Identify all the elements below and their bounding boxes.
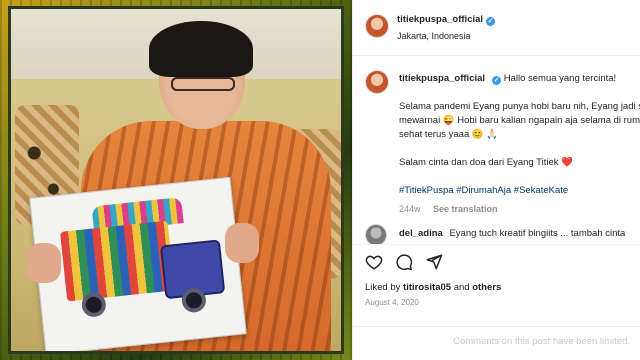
hand-right [225, 223, 259, 263]
heart-outline-icon [365, 255, 383, 270]
comment-text: del_adina Eyang tuch kreatif bingiits ..… [399, 228, 625, 239]
post-side-panel: titiekpuspa_official ✓ Jakarta, Indonesia… [352, 0, 640, 360]
caption-line-4: sehat terus yaaa 😊 🙏🏻 [399, 129, 499, 140]
comment-body: Eyang tuch kreatif bingiits ... tambah c… [449, 228, 626, 239]
avatar[interactable] [365, 14, 389, 38]
comments-limited-notice: Comments on this post have been limited. [353, 326, 640, 360]
verified-badge-icon: ✓ [492, 76, 502, 85]
hand-left [27, 243, 61, 283]
hashtag-link[interactable]: #TitiekPuspa [399, 185, 454, 196]
comment-avatar[interactable] [365, 224, 387, 244]
hashtags: #TitiekPuspa #DirumahAja #SekateKate [399, 184, 640, 198]
likes-prefix: Liked by [365, 282, 401, 293]
caption-avatar[interactable] [365, 70, 389, 94]
truck-drawing [29, 176, 247, 351]
share-button[interactable] [423, 251, 445, 273]
comment-bubble-icon [396, 254, 413, 271]
header-username-text[interactable]: titiekpuspa_official [397, 14, 483, 25]
glasses [171, 77, 235, 91]
likes-summary[interactable]: Liked by titirosita05 and others [365, 282, 501, 293]
comment-item: del_adina Eyang tuch kreatif bingiits ..… [353, 216, 640, 244]
post-header: titiekpuspa_official ✓ Jakarta, Indonesia [353, 0, 640, 56]
photo-area [8, 6, 344, 354]
hashtag-link[interactable]: #SekateKate [514, 185, 568, 196]
location-link[interactable]: Jakarta, Indonesia [397, 31, 471, 41]
likes-joiner: and [453, 282, 470, 293]
caption-line-2: Selama pandemi Eyang punya hobi baru nih… [399, 101, 640, 112]
header-username[interactable]: titiekpuspa_official ✓ [397, 14, 496, 26]
paper-plane-icon [426, 254, 443, 270]
caption-line-5: Salam cinta dan doa dari Eyang Titiek ❤️ [399, 157, 573, 168]
action-bar [353, 244, 640, 278]
hair [149, 21, 253, 77]
post-image[interactable] [0, 0, 352, 360]
see-translation-button[interactable]: See translation [433, 204, 498, 214]
like-button[interactable] [363, 251, 385, 273]
post-age: 244w [399, 204, 421, 214]
likes-others[interactable]: others [472, 282, 501, 293]
likes-user[interactable]: titirosita05 [403, 282, 451, 293]
verified-badge-icon: ✓ [486, 17, 496, 26]
caption-text: titiekpuspa_official ✓ Hallo semua yang t… [399, 72, 640, 216]
comments-limited-text: Comments on this post have been limited. [453, 336, 630, 347]
hashtag-link[interactable]: #DirumahAja [456, 185, 511, 196]
comment-button[interactable] [393, 251, 415, 273]
truck-cargo [60, 220, 175, 302]
caption-username[interactable]: titiekpuspa_official [399, 73, 485, 84]
comment-username[interactable]: del_adina [399, 228, 443, 239]
caption-line-1: Hallo semua yang tercinta! [503, 73, 617, 84]
caption-meta: 244w See translation [399, 202, 640, 216]
post-date: August 4, 2020 [365, 298, 419, 307]
caption-line-3: mewarnai 😜 Hobi baru kalian ngapain aja … [399, 115, 640, 126]
